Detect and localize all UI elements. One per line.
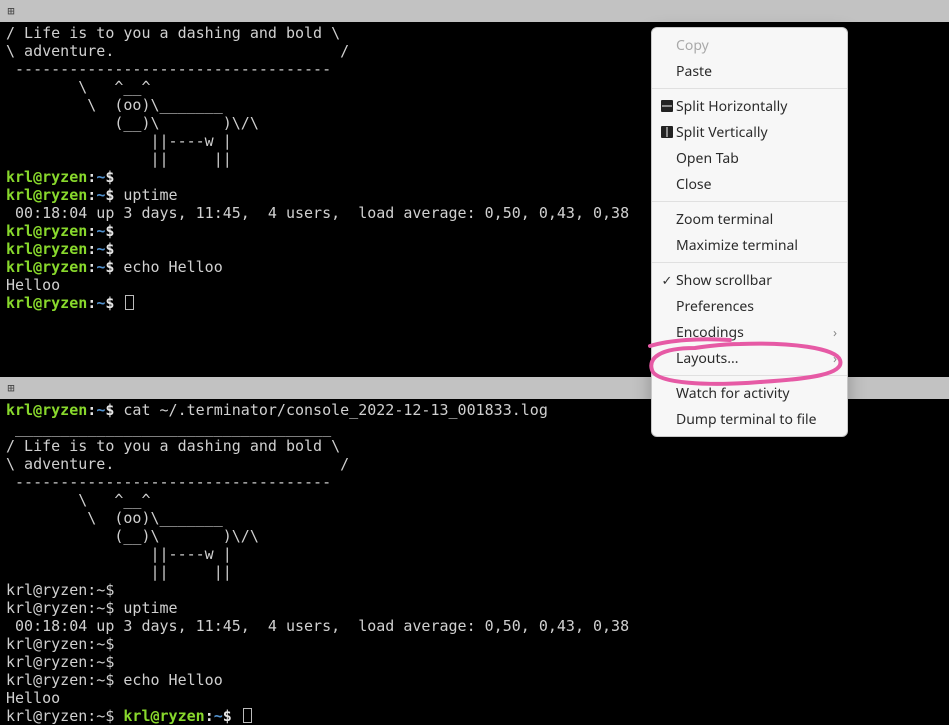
cursor bbox=[243, 708, 252, 723]
menu-split-horizontally[interactable]: Split Horizontally bbox=[652, 93, 847, 119]
split-vertical-icon bbox=[661, 126, 673, 138]
menu-encodings[interactable]: Encodings› bbox=[652, 319, 847, 345]
split-icon: ⊞ bbox=[4, 381, 18, 395]
check-icon: ✓ bbox=[658, 271, 676, 289]
menu-maximize-terminal[interactable]: Maximize terminal bbox=[652, 232, 847, 258]
cowsay-art: ___________________________________ / Li… bbox=[6, 419, 943, 581]
pane1-titlebar: ⊞ bbox=[0, 0, 949, 22]
menu-separator bbox=[652, 262, 847, 263]
echo-output: Helloo bbox=[6, 689, 943, 707]
menu-zoom-terminal[interactable]: Zoom terminal bbox=[652, 206, 847, 232]
menu-separator bbox=[652, 201, 847, 202]
menu-show-scrollbar[interactable]: ✓Show scrollbar bbox=[652, 267, 847, 293]
echo-cmd-line: krl@ryzen:~$ echo Helloo bbox=[6, 671, 943, 689]
chevron-right-icon: › bbox=[833, 323, 837, 341]
split-icon: ⊞ bbox=[4, 4, 18, 18]
context-menu: Copy Paste Split Horizontally Split Vert… bbox=[651, 27, 848, 437]
menu-preferences[interactable]: Preferences bbox=[652, 293, 847, 319]
chevron-right-icon: › bbox=[833, 349, 837, 367]
menu-watch-activity[interactable]: Watch for activity bbox=[652, 380, 847, 406]
prompt-line: krl@ryzen:~$ bbox=[6, 581, 943, 599]
uptime-output: 00:18:04 up 3 days, 11:45, 4 users, load… bbox=[6, 617, 943, 635]
prompt-line-cursor: krl@ryzen:~$ krl@ryzen:~$ bbox=[6, 707, 943, 725]
menu-close[interactable]: Close bbox=[652, 171, 847, 197]
menu-open-tab[interactable]: Open Tab bbox=[652, 145, 847, 171]
menu-split-vertically[interactable]: Split Vertically bbox=[652, 119, 847, 145]
menu-layouts[interactable]: Layouts...› bbox=[652, 345, 847, 371]
prompt-line: krl@ryzen:~$ bbox=[6, 653, 943, 671]
menu-dump-terminal-to-file[interactable]: Dump terminal to file bbox=[652, 406, 847, 432]
split-horizontal-icon bbox=[661, 100, 673, 112]
menu-copy: Copy bbox=[652, 32, 847, 58]
prompt-line: krl@ryzen:~$ bbox=[6, 635, 943, 653]
menu-separator bbox=[652, 88, 847, 89]
menu-separator bbox=[652, 375, 847, 376]
cursor bbox=[125, 295, 134, 310]
terminal-pane-bottom[interactable]: krl@ryzen:~$ cat ~/.terminator/console_2… bbox=[0, 399, 949, 725]
uptime-cmd-line: krl@ryzen:~$ uptime bbox=[6, 599, 943, 617]
menu-paste[interactable]: Paste bbox=[652, 58, 847, 84]
